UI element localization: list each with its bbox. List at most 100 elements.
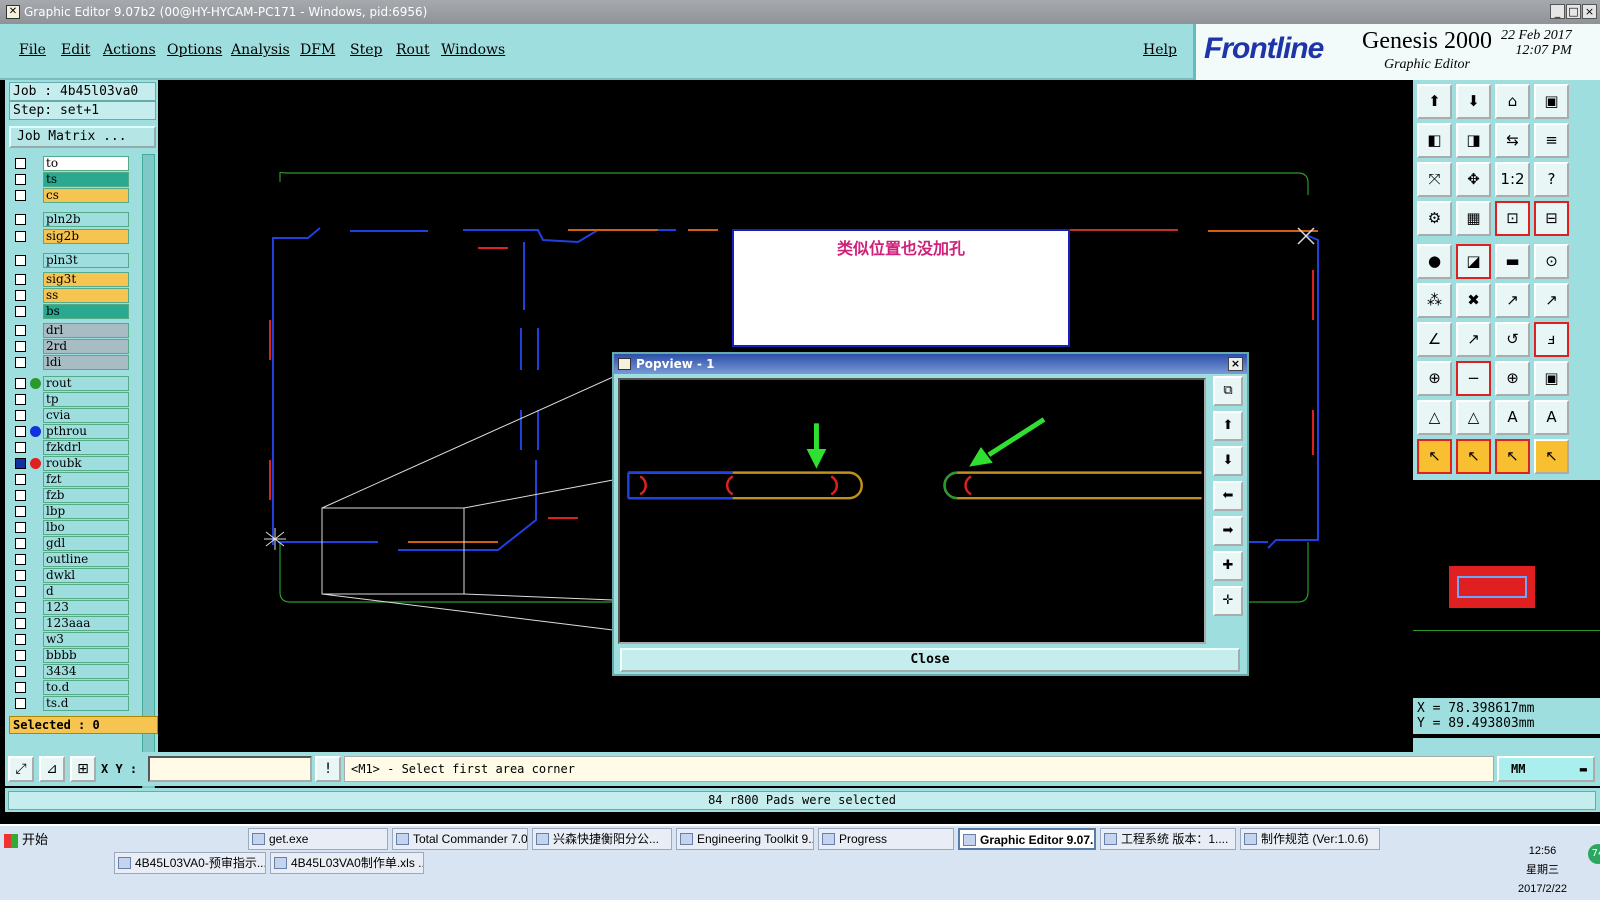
popview-title-bar[interactable]: Popview - 1 ×	[614, 354, 1247, 374]
pointer-select-icon[interactable]: ↖	[1495, 439, 1530, 474]
help-icon[interactable]: ?	[1534, 162, 1569, 197]
resize-icon[interactable]: ⊕	[1495, 361, 1530, 396]
layer-row-dwkl[interactable]: dwkl	[9, 568, 137, 583]
layer-row-fzkdrl[interactable]: fzkdrl	[9, 440, 137, 455]
layer-name[interactable]: lbp	[43, 504, 129, 519]
layer-affected-dot-icon[interactable]	[30, 378, 41, 389]
ruler-icon[interactable]: ▬	[1495, 244, 1530, 279]
layer-row-to[interactable]: to	[9, 156, 137, 171]
pan-right-icon[interactable]: ◨	[1456, 123, 1491, 158]
zoom-out-icon[interactable]: ✛	[1213, 586, 1243, 616]
layer-checkbox[interactable]	[15, 290, 26, 301]
polygon-icon[interactable]: △	[1456, 400, 1491, 435]
connect-icon[interactable]: ⁂	[1417, 283, 1452, 318]
taskbar-task[interactable]: Graphic Editor 9.07...	[958, 828, 1096, 850]
layer-name[interactable]: lbo	[43, 520, 129, 535]
layer-name[interactable]: pthrou	[43, 424, 129, 439]
layer-row-w3[interactable]: w3	[9, 632, 137, 647]
taskbar-task[interactable]: 制作规范 (Ver:1.0.6)	[1240, 828, 1380, 850]
layer-row-pln2b[interactable]: pln2b	[9, 212, 137, 227]
char-icon[interactable]: A	[1495, 400, 1530, 435]
menu-file[interactable]: File	[19, 42, 46, 58]
layer-name[interactable]: sig3t	[43, 272, 129, 287]
layer-name[interactable]: fzt	[43, 472, 129, 487]
layer-checkbox[interactable]	[15, 231, 26, 242]
layer-name[interactable]: bbbb	[43, 648, 129, 663]
menu-help[interactable]: Help	[1143, 42, 1177, 58]
layer-row-123aaa[interactable]: 123aaa	[9, 616, 137, 631]
system-clock[interactable]: 12:56 星期三 2017/2/22	[1518, 842, 1567, 899]
layer-checkbox[interactable]	[15, 682, 26, 693]
layer-checkbox[interactable]	[15, 158, 26, 169]
pan-down-icon[interactable]: ⬇	[1213, 446, 1243, 476]
layer-affected-dot-icon[interactable]	[30, 426, 41, 437]
layer-checkbox[interactable]	[15, 666, 26, 677]
cursor-icon[interactable]: A	[1534, 400, 1569, 435]
layer-row-rout[interactable]: rout	[9, 376, 137, 391]
layer-checkbox[interactable]	[15, 174, 26, 185]
layer-name[interactable]: to.d	[43, 680, 129, 695]
measure-icon[interactable]: ⊿	[39, 756, 65, 782]
layer-row-cvia[interactable]: cvia	[9, 408, 137, 423]
menu-edit[interactable]: Edit	[61, 42, 90, 58]
layer-checkbox[interactable]	[15, 214, 26, 225]
add-pad-icon[interactable]: ⊕	[1417, 361, 1452, 396]
move-down-icon[interactable]: ⬇	[1456, 84, 1491, 119]
layer-checkbox[interactable]	[15, 634, 26, 645]
layer-name[interactable]: ldi	[43, 355, 129, 370]
layer-checkbox[interactable]	[15, 554, 26, 565]
menu-step[interactable]: Step	[350, 42, 382, 58]
layer-row-123[interactable]: 123	[9, 600, 137, 615]
net-icon[interactable]: ⊡	[1495, 201, 1530, 236]
layer-name[interactable]: cs	[43, 188, 129, 203]
layer-checkbox[interactable]	[15, 190, 26, 201]
layer-row-lbo[interactable]: lbo	[9, 520, 137, 535]
maximize-button[interactable]: □	[1566, 4, 1581, 19]
menu-dfm[interactable]: DFM	[300, 42, 335, 58]
layer-name[interactable]: bs	[43, 304, 129, 319]
layer-checkbox[interactable]	[15, 255, 26, 266]
layer-name[interactable]: ts.d	[43, 696, 129, 711]
grid-icon[interactable]: ⊞	[70, 756, 96, 782]
layer-checkbox[interactable]	[15, 410, 26, 421]
layer-checkbox[interactable]	[15, 602, 26, 613]
layer-row-fzt[interactable]: fzt	[9, 472, 137, 487]
layer-affected-dot-icon[interactable]	[30, 458, 41, 469]
layer-name[interactable]: fzb	[43, 488, 129, 503]
home-icon[interactable]: ⌂	[1495, 84, 1530, 119]
job-matrix-button[interactable]: Job Matrix ...	[9, 126, 156, 148]
layer-name[interactable]: d	[43, 584, 129, 599]
layer-checkbox[interactable]	[15, 490, 26, 501]
layer-checkbox[interactable]	[15, 274, 26, 285]
layer-checkbox[interactable]	[15, 306, 26, 317]
layer-checkbox[interactable]	[15, 538, 26, 549]
layer-name[interactable]: gdl	[43, 536, 129, 551]
copy-feature-icon[interactable]: ↗	[1534, 283, 1569, 318]
layer-row-sig3t[interactable]: sig3t	[9, 272, 137, 287]
taskbar-task[interactable]: Engineering Toolkit 9....	[676, 828, 814, 850]
layer-row-ss[interactable]: ss	[9, 288, 137, 303]
layer-row-roubk[interactable]: roubk	[9, 456, 137, 471]
layer-row-3434[interactable]: 3434	[9, 664, 137, 679]
layer-checkbox[interactable]	[15, 442, 26, 453]
layer-name[interactable]: outline	[43, 552, 129, 567]
text-icon[interactable]: ⅎ	[1534, 322, 1569, 357]
taskbar-task[interactable]: Progress	[818, 828, 954, 850]
layer-row-to-d[interactable]: to.d	[9, 680, 137, 695]
zoom-to-window-icon[interactable]: ⧉	[1213, 376, 1243, 406]
taskbar-task[interactable]: 工程系统 版本：1....	[1100, 828, 1236, 850]
delete-icon[interactable]: ✖	[1456, 283, 1491, 318]
flip-icon[interactable]: ⇆	[1495, 123, 1530, 158]
layer-row-ldi[interactable]: ldi	[9, 355, 137, 370]
pan-right-icon[interactable]: ➡	[1213, 516, 1243, 546]
surface-icon[interactable]: △	[1417, 400, 1452, 435]
layer-name[interactable]: cvia	[43, 408, 129, 423]
layer-name[interactable]: dwkl	[43, 568, 129, 583]
layer-name[interactable]: sig2b	[43, 229, 129, 244]
popview-close-button[interactable]: Close	[620, 648, 1240, 672]
layer-checkbox[interactable]	[15, 698, 26, 709]
layer-checkbox[interactable]	[15, 426, 26, 437]
layer-checkbox[interactable]	[15, 378, 26, 389]
menu-actions[interactable]: Actions	[103, 42, 156, 58]
layer-name[interactable]: w3	[43, 632, 129, 647]
